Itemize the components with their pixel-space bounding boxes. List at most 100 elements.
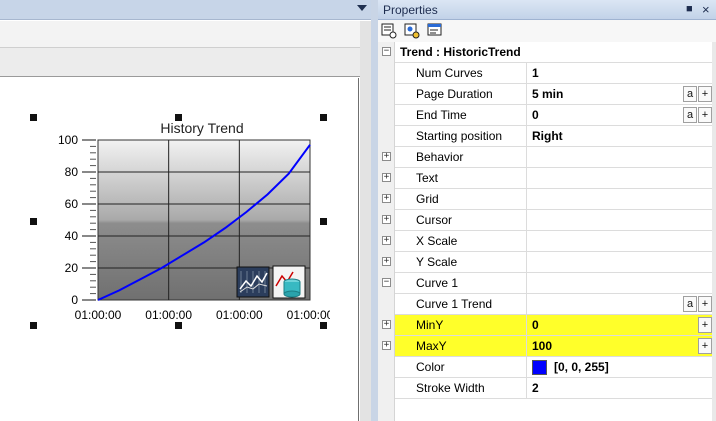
selection-handle-left[interactable] <box>30 218 37 225</box>
property-name: Num Curves <box>416 66 483 80</box>
y-tick-label: 40 <box>65 229 79 243</box>
property-value[interactable]: 1 <box>532 66 539 80</box>
group-label: Grid <box>416 192 439 206</box>
column-divider <box>526 147 527 168</box>
properties-header: Properties ■ × <box>378 0 716 20</box>
y-tick-label: 60 <box>65 197 79 211</box>
property-value[interactable]: Right <box>532 129 563 143</box>
designer-tab-strip <box>0 0 371 20</box>
history-trend-chart[interactable]: 020406080100 01:00:00 01:00:00 01:00:00 01:… <box>40 130 330 325</box>
expand-icon[interactable]: + <box>382 236 391 245</box>
property-value[interactable]: 2 <box>532 381 539 395</box>
selection-handle-bottom-left[interactable] <box>30 322 37 329</box>
group-cursor[interactable]: + Cursor <box>382 210 716 231</box>
property-pages-icon[interactable] <box>427 23 444 39</box>
expression-button[interactable]: + <box>698 317 712 333</box>
group-label: Cursor <box>416 213 453 227</box>
section-label: Trend : HistoricTrend <box>400 45 521 59</box>
categorized-icon[interactable] <box>381 23 398 39</box>
collapse-icon[interactable]: − <box>382 278 391 287</box>
attach-tag-button[interactable]: a <box>683 296 697 312</box>
close-icon[interactable]: × <box>702 2 710 17</box>
property-grid-gutter <box>378 42 395 421</box>
y-tick-label: 80 <box>65 165 79 179</box>
y-tick-label: 20 <box>65 261 79 275</box>
group-text[interactable]: + Text <box>382 168 716 189</box>
column-divider <box>526 252 527 273</box>
group-label: Text <box>416 171 439 185</box>
property-row-starting-position[interactable]: Starting position Right <box>395 126 716 147</box>
group-label: Behavior <box>416 150 464 164</box>
property-grid-scroll-edge <box>712 42 716 421</box>
attach-tag-button[interactable]: a <box>683 107 697 123</box>
x-tick-label: 01:00:00 <box>145 308 192 322</box>
column-divider <box>526 231 527 252</box>
column-divider <box>526 315 527 336</box>
property-row-page-duration[interactable]: Page Duration 5 min a + <box>395 84 716 105</box>
expand-icon[interactable]: + <box>382 194 391 203</box>
expression-button[interactable]: + <box>698 296 712 312</box>
property-name: Page Duration <box>416 87 493 101</box>
group-y-scale[interactable]: + Y Scale <box>382 252 716 273</box>
group-label: Curve 1 <box>416 276 459 290</box>
expression-button[interactable]: + <box>698 338 712 354</box>
section-trend-historictrend[interactable]: − Trend : HistoricTrend <box>382 42 716 63</box>
color-swatch[interactable] <box>532 360 547 375</box>
attach-tag-button[interactable]: a <box>683 86 697 102</box>
group-behavior[interactable]: + Behavior <box>382 147 716 168</box>
designer-ruler <box>0 48 360 77</box>
x-tick-label: 01:00:00 <box>75 308 122 322</box>
property-value[interactable]: 5 min <box>532 87 563 101</box>
database-icon <box>272 265 306 299</box>
property-row-num-curves[interactable]: Num Curves 1 <box>395 63 716 84</box>
canvas-margin <box>360 21 371 421</box>
property-name: Curve 1 Trend <box>416 297 493 311</box>
property-row-curve-1-trend[interactable]: Curve 1 Trend a + <box>395 294 716 315</box>
property-value[interactable]: [0, 0, 255] <box>554 360 609 374</box>
property-name: MaxY <box>416 339 447 353</box>
column-divider <box>526 336 527 357</box>
properties-toolbar <box>378 20 716 42</box>
property-value[interactable]: 0 <box>532 108 539 122</box>
property-name: End Time <box>416 108 467 122</box>
x-tick-label: 01:00:00 <box>216 308 263 322</box>
property-row-miny[interactable]: + MinY 0 + <box>382 315 716 336</box>
property-grid: − Trend : HistoricTrend Num Curves 1 Pag… <box>378 42 716 421</box>
column-divider <box>526 273 527 294</box>
property-row-maxy[interactable]: + MaxY 100 + <box>382 336 716 357</box>
group-label: Y Scale <box>416 255 458 269</box>
column-divider <box>526 168 527 189</box>
expand-icon[interactable]: + <box>382 152 391 161</box>
column-divider <box>526 294 527 315</box>
expand-icon[interactable]: + <box>382 320 391 329</box>
expand-icon[interactable]: + <box>382 341 391 350</box>
property-value[interactable]: 100 <box>532 339 552 353</box>
dropdown-arrow-icon[interactable] <box>357 5 367 11</box>
property-row-color[interactable]: Color [0, 0, 255] <box>395 357 716 378</box>
column-divider <box>526 189 527 210</box>
column-divider <box>526 63 527 84</box>
expression-button[interactable]: + <box>698 86 712 102</box>
selection-handle-top-right[interactable] <box>320 114 327 121</box>
property-row-end-time[interactable]: End Time 0 a + <box>395 105 716 126</box>
properties-title: Properties <box>383 3 438 17</box>
collapse-icon[interactable]: − <box>382 47 391 56</box>
column-divider <box>526 378 527 399</box>
group-grid[interactable]: + Grid <box>382 189 716 210</box>
property-value[interactable]: 0 <box>532 318 539 332</box>
pane-splitter[interactable] <box>371 0 378 421</box>
group-x-scale[interactable]: + X Scale <box>382 231 716 252</box>
property-row-stroke-width[interactable]: Stroke Width 2 <box>395 378 716 399</box>
property-name: MinY <box>416 318 444 332</box>
column-divider <box>526 105 527 126</box>
expand-icon[interactable]: + <box>382 215 391 224</box>
expression-button[interactable]: + <box>698 107 712 123</box>
group-curve-1[interactable]: − Curve 1 <box>382 273 716 294</box>
expand-icon[interactable]: + <box>382 257 391 266</box>
pin-icon[interactable]: ■ <box>686 3 693 15</box>
selection-handle-top-left[interactable] <box>30 114 37 121</box>
designer-toolbar <box>0 21 360 48</box>
alphabetical-icon[interactable] <box>404 23 421 39</box>
y-axis-minor-ticks <box>82 139 96 301</box>
expand-icon[interactable]: + <box>382 173 391 182</box>
